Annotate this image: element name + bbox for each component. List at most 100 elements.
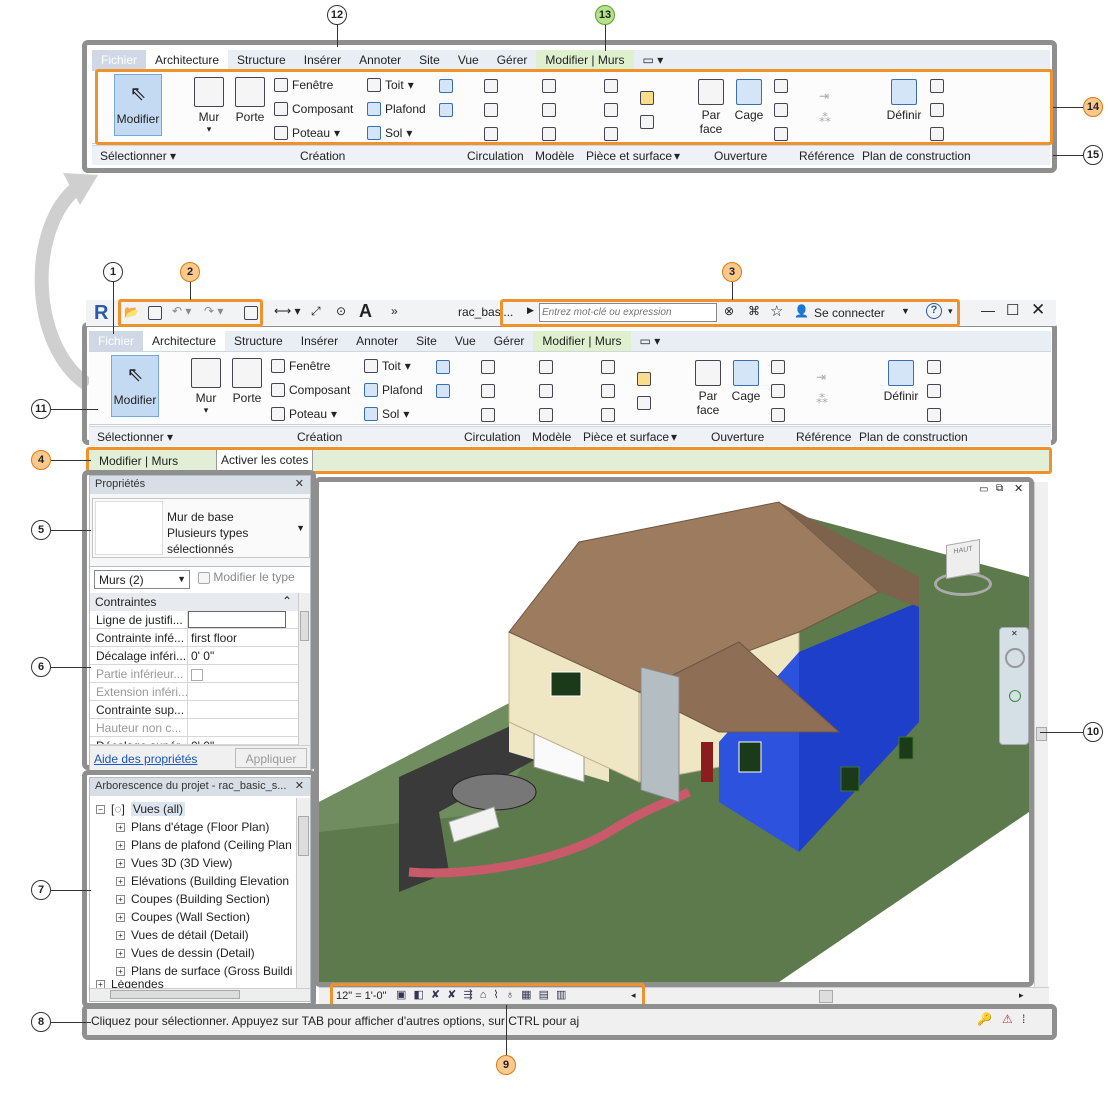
tag-icon[interactable]: ⊙: [336, 304, 346, 318]
tab-architecture[interactable]: Architecture: [146, 50, 229, 70]
tab-view[interactable]: Vue: [449, 50, 488, 70]
toggle-dimensions-button[interactable]: Activer les cotes: [216, 450, 314, 471]
navigation-bar[interactable]: ✕: [999, 627, 1029, 745]
type-selector[interactable]: Mur de base Plusieurs types sélectionnés…: [92, 498, 310, 558]
by-face-button[interactable]: Par face: [693, 360, 723, 417]
prop-row[interactable]: Extension inféri...: [90, 683, 298, 701]
wall-opening-icon[interactable]: [771, 360, 785, 374]
tab-file[interactable]: Fichier: [89, 331, 144, 351]
view-hscroll-right-icon[interactable]: ▸: [1019, 990, 1024, 1001]
tab-annotate[interactable]: Annoter: [347, 331, 407, 351]
tab-insert[interactable]: Insérer: [295, 50, 350, 70]
tree-item[interactable]: + Vues de dessin (Detail): [116, 946, 255, 960]
view-cube[interactable]: HAUT: [934, 539, 994, 602]
model-group-icon[interactable]: [539, 408, 553, 422]
tree-item[interactable]: + Vues 3D (3D View): [116, 856, 232, 870]
tab-architecture[interactable]: Architecture: [143, 331, 226, 351]
ribbon-minimize-button[interactable]: ▭ ▾: [634, 50, 673, 70]
tab-site[interactable]: Site: [410, 50, 449, 70]
component-button[interactable]: Composant: [271, 383, 350, 397]
tree-item[interactable]: + Plans d'étage (Floor Plan): [116, 820, 269, 834]
tab-site[interactable]: Site: [407, 331, 446, 351]
prop-row[interactable]: Contrainte infé... first floor: [90, 629, 298, 647]
tab-modify-walls[interactable]: Modifier | Murs: [533, 331, 631, 351]
filter-icon[interactable]: ⚠: [1002, 1012, 1013, 1026]
area-icon[interactable]: [637, 372, 651, 386]
curtain-system-icon[interactable]: [436, 360, 450, 374]
tab-insert[interactable]: Insérer: [292, 331, 347, 351]
ramp-icon[interactable]: [481, 384, 495, 398]
ceiling-button[interactable]: Plafond: [364, 383, 423, 397]
area-boundary-icon[interactable]: [637, 396, 651, 410]
prop-row[interactable]: Contrainte sup...: [90, 701, 298, 719]
roof-button[interactable]: Toit ▾: [364, 359, 411, 373]
dormer-icon[interactable]: [771, 408, 785, 422]
define-workplane-button[interactable]: Définir: [881, 360, 921, 403]
room-separator-icon[interactable]: [601, 384, 615, 398]
tree-root[interactable]: − [◌] Vues (all): [96, 802, 186, 816]
model-line-icon[interactable]: [539, 384, 553, 398]
vertical-opening-icon[interactable]: [771, 384, 785, 398]
tab-structure[interactable]: Structure: [225, 331, 292, 351]
text-icon[interactable]: A: [359, 301, 372, 322]
prop-row[interactable]: Hauteur non c...: [90, 719, 298, 737]
prop-row[interactable]: Décalage supér...0' 0": [90, 737, 298, 745]
steering-wheel-icon[interactable]: [1005, 648, 1025, 668]
properties-help-link[interactable]: Aide des propriétés: [94, 752, 197, 766]
wall-button[interactable]: Mur ▾: [189, 358, 223, 416]
tab-file[interactable]: Fichier: [92, 50, 147, 70]
tree-item[interactable]: + Plans de plafond (Ceiling Plan: [116, 838, 292, 852]
column-button[interactable]: Poteau ▾: [271, 407, 337, 421]
viewer-icon[interactable]: [927, 408, 941, 422]
browser-hscrollbar[interactable]: [90, 988, 310, 1001]
tree-item[interactable]: + Coupes (Building Section): [116, 892, 270, 906]
tab-manage[interactable]: Gérer: [485, 331, 534, 351]
zoom-icon[interactable]: [1009, 690, 1021, 702]
checkbox-icon[interactable]: [191, 668, 203, 681]
nav-close-icon[interactable]: ✕: [1011, 629, 1018, 638]
properties-close-icon[interactable]: ✕: [295, 477, 304, 490]
panel-select[interactable]: Sélectionner: [97, 430, 164, 444]
prop-row[interactable]: Décalage inféri... 0' 0": [90, 647, 298, 665]
view-minimize-icon[interactable]: ▭: [979, 484, 988, 495]
view-restore-icon[interactable]: ⧉: [996, 483, 1003, 494]
selection-count-icon[interactable]: ⁞: [1022, 1012, 1025, 1026]
panel-select[interactable]: Sélectionner: [100, 149, 167, 163]
stair-icon[interactable]: [481, 408, 495, 422]
close-icon[interactable]: ✕: [1031, 300, 1045, 320]
select-modify-button[interactable]: ⇖ Modifier: [111, 355, 159, 417]
floor-button[interactable]: Sol ▾: [364, 407, 409, 421]
house-model-3d[interactable]: [319, 482, 1029, 982]
dimension-icon[interactable]: ⤢: [311, 304, 321, 319]
tree-item[interactable]: + Vues de détail (Detail): [116, 928, 249, 942]
apply-button[interactable]: Appliquer: [235, 748, 307, 768]
door-button[interactable]: Porte: [230, 358, 264, 405]
prop-row[interactable]: Ligne de justifi...: [90, 611, 298, 629]
panel-room-area[interactable]: Pièce et surface: [583, 430, 669, 444]
browser-vscrollbar[interactable]: [296, 798, 310, 988]
tab-structure[interactable]: Structure: [228, 50, 295, 70]
view-hscroll-thumb[interactable]: [819, 990, 833, 1003]
drawing-area[interactable]: HAUT ✕ ▭ ⧉ ✕: [319, 482, 1029, 982]
tab-view[interactable]: Vue: [446, 331, 485, 351]
tab-annotate[interactable]: Annoter: [350, 50, 410, 70]
ref-plane-icon[interactable]: [927, 384, 941, 398]
room-icon[interactable]: [601, 360, 615, 374]
tab-modify-walls[interactable]: Modifier | Murs: [536, 50, 634, 70]
browser-close-icon[interactable]: ✕: [295, 779, 304, 792]
worksharing-icon[interactable]: 🔑: [977, 1012, 992, 1026]
properties-scrollbar[interactable]: [298, 593, 310, 745]
tab-manage[interactable]: Gérer: [488, 50, 537, 70]
shaft-button[interactable]: Cage: [729, 360, 763, 403]
model-text-icon[interactable]: [539, 360, 553, 374]
edit-type-button[interactable]: Modifier le type: [198, 570, 295, 584]
tree-item[interactable]: + Elévations (Building Elevation: [116, 874, 289, 888]
more-icon[interactable]: »: [391, 304, 398, 318]
reference-plane-icon[interactable]: ⁂: [816, 392, 828, 406]
type-dropdown-icon[interactable]: ▼: [296, 523, 305, 533]
group-constraints[interactable]: Contraintes ⌃: [90, 593, 298, 611]
revit-logo[interactable]: R: [94, 302, 108, 325]
view-cube-face[interactable]: HAUT: [946, 539, 980, 579]
prop-row[interactable]: Partie inférieur...: [90, 665, 298, 683]
tag-room-icon[interactable]: [601, 408, 615, 422]
